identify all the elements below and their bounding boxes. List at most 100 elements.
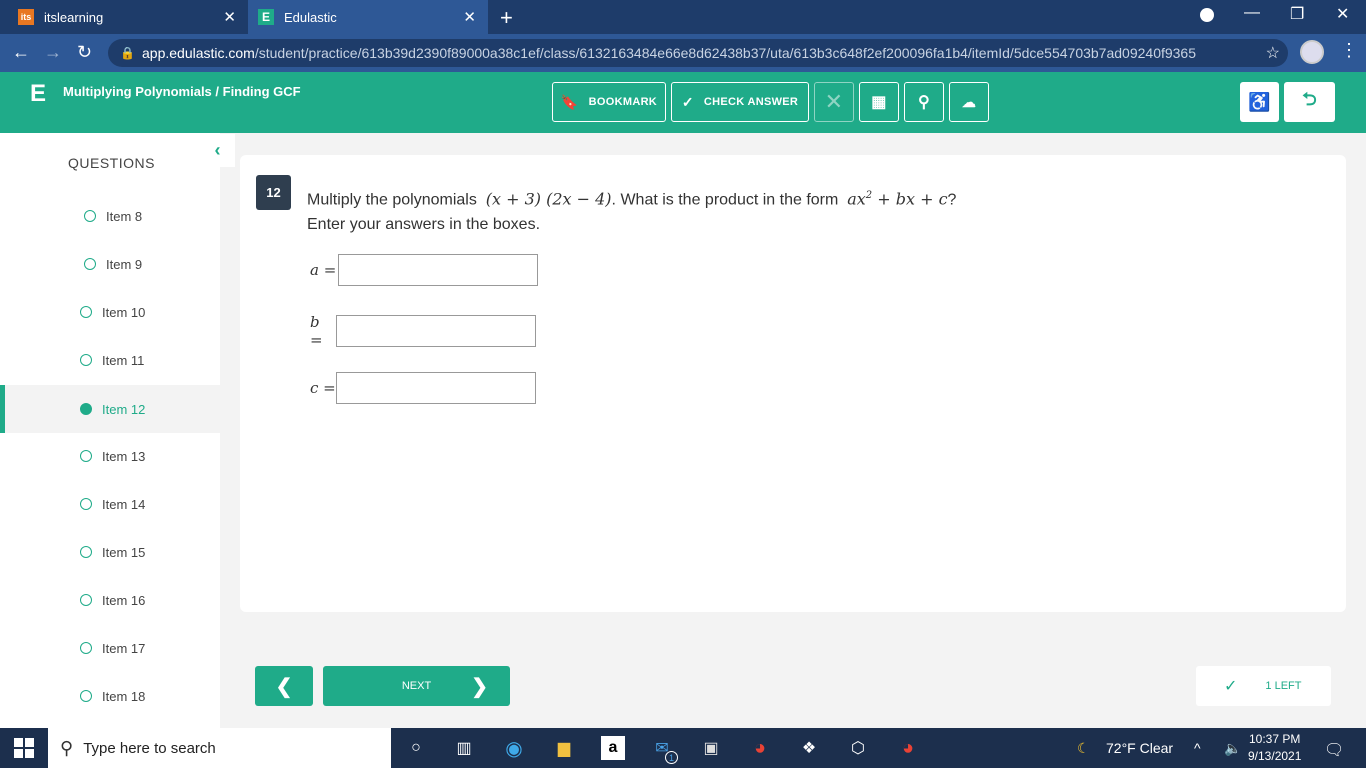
status-circle-icon <box>80 690 92 702</box>
store-icon[interactable]: ▣ <box>699 736 723 760</box>
sidebar-item-11[interactable]: Item 11 <box>0 339 220 381</box>
forward-arrow-icon[interactable]: → <box>44 42 62 63</box>
restore-icon[interactable]: ❐ <box>1290 4 1304 24</box>
answer-a-input[interactable] <box>338 254 538 286</box>
chevron-up-icon[interactable]: ^ <box>1194 740 1201 756</box>
bookmark-star-icon[interactable]: ☆ <box>1266 43 1280 63</box>
form-rest: + bx + c <box>872 189 948 209</box>
item-label: Item 11 <box>102 352 145 368</box>
edulastic-favicon-icon: E <box>258 9 274 25</box>
collapse-sidebar-chevron-icon[interactable]: ‹ <box>200 134 235 167</box>
check-icon: ✓ <box>1224 678 1238 695</box>
url-field[interactable]: 🔒 app.edulastic.com/student/practice/613… <box>108 39 1288 67</box>
answer-label: c = <box>310 379 336 397</box>
status-circle-icon <box>80 498 92 510</box>
chrome-icon[interactable]: ◕ <box>748 736 772 760</box>
tab-itslearning[interactable]: its itslearning ✕ <box>8 0 248 34</box>
profile-avatar[interactable] <box>1300 40 1324 64</box>
address-bar-row: ← → ↻ 🔒 app.edulastic.com/student/practi… <box>0 34 1366 72</box>
dropbox-icon[interactable]: ❖ <box>797 736 821 760</box>
sidebar-item-18[interactable]: Item 18 <box>0 675 220 717</box>
status-circle-icon <box>84 210 96 222</box>
next-label: NEXT <box>401 680 432 692</box>
question-number: 12 <box>256 175 291 210</box>
bookmark-label: BOOKMARK <box>588 96 658 108</box>
tab-label: Edulastic <box>284 9 337 25</box>
minimize-icon[interactable]: — <box>1244 4 1260 22</box>
status-circle-icon <box>80 594 92 606</box>
answer-b-input[interactable] <box>336 315 536 347</box>
windows-start-icon[interactable] <box>14 738 34 758</box>
item-label: Item 8 <box>106 208 143 224</box>
status-circle-icon <box>80 642 92 654</box>
sidebar-item-16[interactable]: Item 16 <box>0 579 220 621</box>
amazon-icon[interactable]: a <box>601 736 625 760</box>
sidebar-item-12[interactable]: Item 12 <box>0 385 220 433</box>
item-label: Item 16 <box>102 592 146 608</box>
profile-dropdown-icon[interactable] <box>1200 8 1214 22</box>
prompt-end: ? <box>947 191 957 209</box>
sidebar-item-10[interactable]: Item 10 <box>0 291 220 333</box>
file-explorer-icon[interactable]: ▆ <box>552 736 576 760</box>
status-circle-icon <box>80 306 92 318</box>
cloud-upload-icon[interactable]: ☁ <box>949 82 989 122</box>
weather-text[interactable]: 72°F Clear <box>1106 740 1173 756</box>
close-tab-icon[interactable]: ✕ <box>463 8 476 26</box>
cortana-icon[interactable]: ○ <box>404 736 428 760</box>
polynomial-expression: (x + 3) (2x − 4) <box>485 189 612 209</box>
sidebar-item-14[interactable]: Item 14 <box>0 483 220 525</box>
previous-button[interactable]: ❮ <box>255 666 313 706</box>
window-close-icon[interactable]: ✕ <box>1336 4 1349 24</box>
bookmark-button[interactable]: 🔖 BOOKMARK <box>552 82 666 122</box>
next-button[interactable]: NEXT ❯ <box>323 666 510 706</box>
edge-icon[interactable]: ◉ <box>502 736 526 760</box>
browser-menu-icon[interactable]: ⋮ <box>1340 40 1358 61</box>
status-circle-icon <box>84 258 96 270</box>
app-icon[interactable]: ⬡ <box>846 736 870 760</box>
search-icon: ⚲ <box>60 737 74 758</box>
answer-c-input[interactable] <box>336 372 536 404</box>
question-card: 12 Multiply the polynomials (x + 3) (2x … <box>240 155 1346 612</box>
status-circle-icon <box>80 354 92 366</box>
itslearning-favicon-icon: its <box>18 9 34 25</box>
windows-taskbar: ⚲ Type here to search ○ ▥ ◉ ▆ a ✉ 1 ▣ ◕ ❖… <box>0 728 1366 768</box>
status-circle-filled-icon <box>80 403 92 415</box>
mail-icon[interactable]: ✉ 1 <box>650 736 678 764</box>
eliminate-answer-icon[interactable]: ✕ <box>814 82 854 122</box>
accessibility-icon[interactable]: ♿ <box>1240 82 1279 122</box>
magnifier-icon[interactable]: ⚲ <box>904 82 944 122</box>
tab-edulastic[interactable]: E Edulastic ✕ <box>248 0 488 34</box>
search-placeholder: Type here to search <box>83 739 216 757</box>
taskbar-search-box[interactable]: ⚲ Type here to search <box>48 728 391 768</box>
chrome-profile-icon[interactable]: ◕ <box>896 736 920 760</box>
check-answer-label: CHECK ANSWER <box>703 96 799 108</box>
exit-arrow-icon[interactable]: ⮌ <box>1284 82 1335 122</box>
url-domain: app.edulastic.com <box>142 45 255 61</box>
form-a: ax <box>847 189 866 209</box>
back-arrow-icon[interactable]: ← <box>12 42 30 63</box>
sidebar-item-13[interactable]: Item 13 <box>0 435 220 477</box>
task-view-icon[interactable]: ▥ <box>452 736 476 760</box>
moon-weather-icon: ☾ <box>1077 740 1090 756</box>
instruction-text: Enter your answers in the boxes. <box>307 216 541 234</box>
taskbar-clock[interactable]: 10:37 PM 9/13/2021 <box>1248 731 1301 765</box>
scratchpad-icon[interactable]: ▦ <box>859 82 899 122</box>
volume-icon[interactable]: 🔈 <box>1224 740 1241 757</box>
sidebar-item-17[interactable]: Item 17 <box>0 627 220 669</box>
close-tab-icon[interactable]: ✕ <box>223 8 236 26</box>
sidebar-item-9[interactable]: Item 9 <box>0 243 220 285</box>
answer-row-a: a = <box>310 254 538 286</box>
item-label: Item 18 <box>102 688 146 704</box>
prompt-text: Multiply the polynomials <box>307 191 477 209</box>
reload-icon[interactable]: ↻ <box>77 42 92 63</box>
answer-label: a = <box>310 261 337 279</box>
item-label: Item 17 <box>102 640 146 656</box>
notifications-icon[interactable]: 🗨 <box>1324 740 1344 760</box>
sidebar-item-8[interactable]: Item 8 <box>0 195 220 237</box>
items-left-indicator[interactable]: ✓ 1 LEFT <box>1196 666 1331 706</box>
check-answer-button[interactable]: ✓ CHECK ANSWER <box>671 82 809 122</box>
new-tab-icon[interactable]: + <box>500 5 513 31</box>
check-icon: ✓ <box>681 93 694 110</box>
item-label: Item 15 <box>102 544 146 560</box>
sidebar-item-15[interactable]: Item 15 <box>0 531 220 573</box>
